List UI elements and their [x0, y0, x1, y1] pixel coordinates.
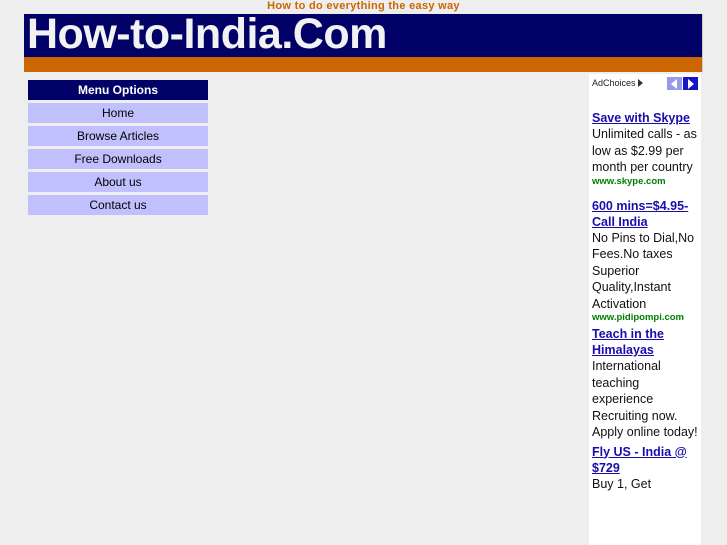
ad-item-skype: Save with Skype Unlimited calls - as low… [589, 110, 701, 188]
ad-description: No Pins to Dial,No Fees.No taxes Superio… [592, 230, 695, 311]
ad-title-link[interactable]: Fly US - India @ $729 [592, 444, 698, 476]
adchoices-label[interactable]: AdChoices [592, 78, 643, 88]
ad-item-fly-us-india: Fly US - India @ $729 Buy 1, Get [589, 444, 701, 493]
ad-title-link[interactable]: Save with Skype [592, 110, 698, 126]
sidebar-item-contact-us[interactable]: Contact us [28, 195, 208, 215]
page-title: How-to-India.Com [27, 14, 387, 58]
header-orange-rule [24, 57, 702, 72]
sidebar-item-about-us[interactable]: About us [28, 172, 208, 192]
ad-description: Unlimited calls - as low as $2.99 per mo… [592, 127, 697, 174]
ad-title-link[interactable]: 600 mins=$4.95-Call India [592, 198, 698, 230]
chevron-right-icon[interactable] [683, 77, 698, 90]
sidebar-item-free-downloads[interactable]: Free Downloads [28, 149, 208, 169]
site-tagline: How to do everything the easy way [0, 0, 727, 13]
sidebar-item-browse-articles[interactable]: Browse Articles [28, 126, 208, 146]
ad-description: International teaching experience Recrui… [592, 359, 698, 439]
ad-url-link[interactable]: www.skype.com [592, 176, 698, 188]
site-header-banner: How-to-India.Com [24, 14, 703, 72]
menu-options-heading: Menu Options [28, 80, 208, 100]
ad-title-link[interactable]: Teach in the Himalayas [592, 326, 698, 358]
ad-spacer [589, 96, 701, 110]
ad-url-link[interactable]: www.pidipompi.com [592, 312, 698, 324]
chevron-left-icon[interactable] [667, 77, 682, 90]
adchoices-triangle-icon [637, 79, 643, 87]
sidebar-item-home[interactable]: Home [28, 103, 208, 123]
sidebar-menu: Menu Options Home Browse Articles Free D… [28, 80, 208, 218]
ad-carousel-controls [667, 77, 698, 90]
ad-item-call-india: 600 mins=$4.95-Call India No Pins to Dia… [589, 198, 701, 325]
ad-spacer [589, 188, 701, 198]
ad-description: Buy 1, Get [592, 476, 652, 491]
advertisement-panel: AdChoices Save with Skype Unlimited call… [589, 74, 701, 545]
ad-panel-header: AdChoices [589, 74, 701, 96]
ad-item-teach-himalayas: Teach in the Himalayas International tea… [589, 326, 701, 441]
